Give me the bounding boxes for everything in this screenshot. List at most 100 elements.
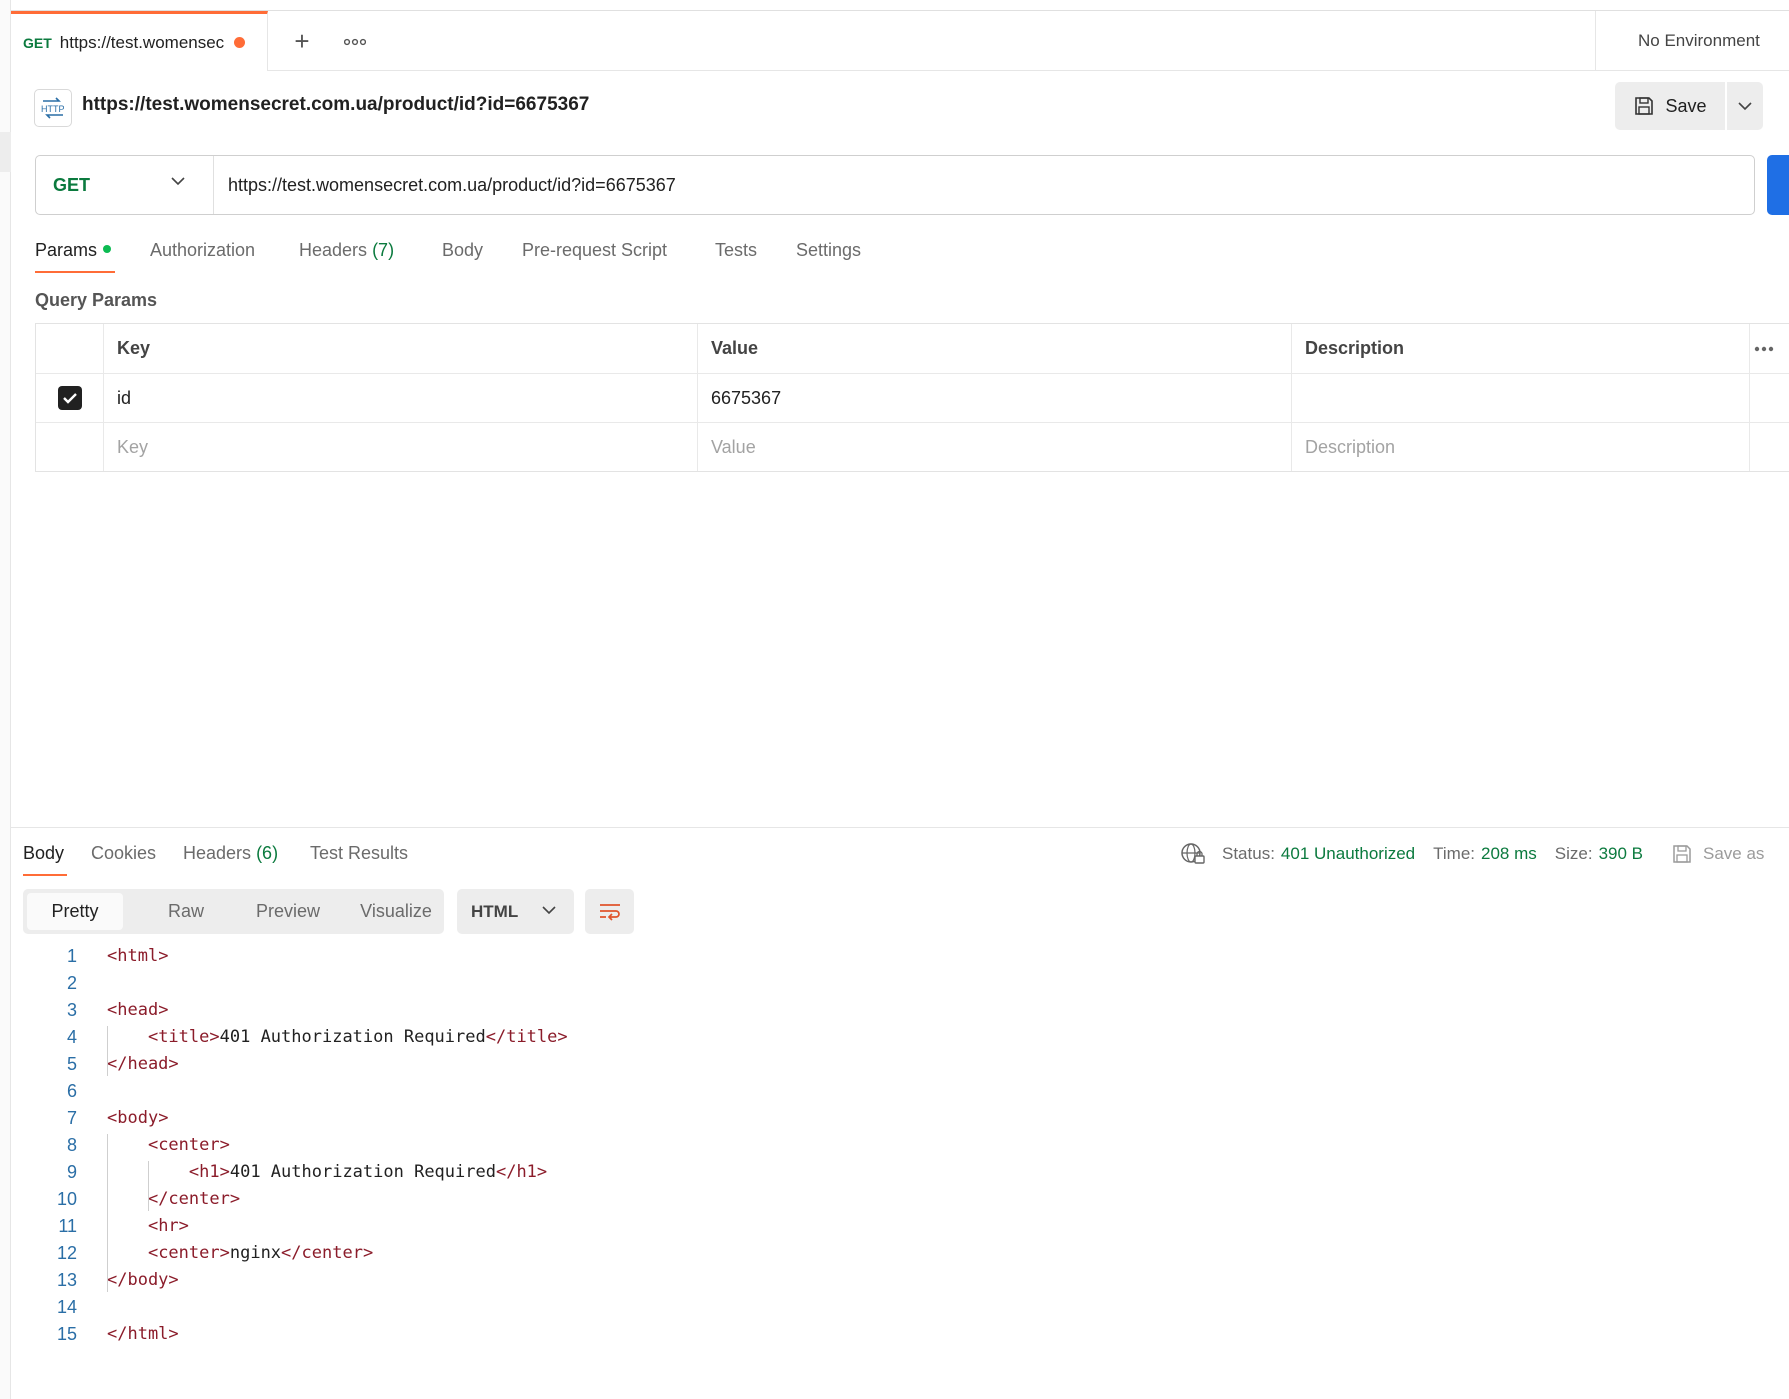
save-button-label: Save [1665,95,1707,116]
tab-params[interactable]: Params [35,240,112,261]
indent-guide [107,1026,108,1076]
line-content: <head> [107,1000,169,1020]
view-preview-button[interactable]: Preview [233,893,343,930]
params-active-dot [103,245,112,254]
tab-pre-request-script[interactable]: Pre-request Script [522,240,667,261]
response-tab-cookies[interactable]: Cookies [91,843,156,864]
line-content: <title>401 Authorization Required</title… [147,1027,568,1047]
more-horizontal-icon [1754,346,1774,351]
line-number: 15 [56,1324,77,1344]
tab-headers-label: Headers [299,240,368,260]
line-number: 11 [58,1216,77,1236]
wrap-lines-button[interactable] [585,889,634,934]
save-as-label: Save as [1703,844,1765,863]
response-tab-headers-count: (6) [256,843,279,863]
tab-params-label: Params [35,240,98,260]
line-content: </body> [107,1270,179,1290]
line-content: <h1>401 Authorization Required</h1> [188,1162,548,1182]
line-number: 5 [66,1054,77,1074]
line-number: 13 [56,1270,77,1290]
tab-tests[interactable]: Tests [715,240,757,261]
tab-headers[interactable]: Headers (7) [299,240,394,261]
status-value[interactable]: 401 Unauthorized [1281,844,1415,864]
status-label: Status: [1222,844,1275,863]
response-format-value: HTML [471,901,519,921]
line-number: 2 [66,973,77,993]
request-tab-active[interactable]: GET https://test.womensec [11,11,268,71]
line-content: <body> [107,1108,169,1128]
time-label: Time: [1433,844,1476,863]
tab-authorization[interactable]: Authorization [150,240,255,261]
param-enabled-checkbox[interactable] [57,386,82,410]
line-number: 14 [56,1297,77,1317]
tab-body[interactable]: Body [442,240,483,261]
environment-selector[interactable]: No Environment [1595,11,1789,71]
line-number: 12 [56,1243,77,1263]
method-selector-value: GET [53,174,91,195]
response-meta: Status: 401 Unauthorized Time: 208 ms Size… [1180,840,1764,868]
param-description-cell[interactable] [1292,374,1750,422]
url-bar: GET https://test.womensecret.com.ua/prod… [35,155,1755,215]
save-button[interactable]: Save [1615,82,1725,130]
response-tab-test-results[interactable]: Test Results [310,843,408,864]
line-content: </center> [147,1189,241,1209]
view-raw-button[interactable]: Raw [141,893,231,930]
line-number: 10 [56,1189,77,1209]
bulk-edit-options-button[interactable] [1750,324,1789,373]
new-param-description-input[interactable]: Description [1292,423,1750,471]
response-view-mode: Pretty Raw Preview Visualize [23,889,444,934]
line-number: 7 [66,1108,77,1128]
wrap-text-icon [599,903,620,921]
request-title[interactable]: https://test.womensecret.com.ua/product/… [82,94,589,116]
send-button[interactable] [1767,155,1789,215]
response-tab-body[interactable]: Body [23,843,64,864]
response-tab-headers[interactable]: Headers (6) [183,843,278,864]
query-params-table: Key Value Description id 6675367 Key Val… [35,323,1789,472]
line-number: 1 [66,946,77,966]
new-param-key-input[interactable]: Key [104,423,698,471]
view-pretty-button[interactable]: Pretty [27,893,123,930]
url-input[interactable]: https://test.womensecret.com.ua/product/… [228,156,676,214]
column-header-description: Description [1292,324,1750,373]
line-content: <html> [107,946,169,966]
tab-settings[interactable]: Settings [796,240,861,261]
size-value[interactable]: 390 B [1599,844,1643,864]
line-number: 8 [66,1135,77,1155]
line-content: <center>nginx</center> [147,1243,374,1263]
globe-lock-icon [1181,843,1205,864]
svg-text:HTTP: HTTP [41,104,65,114]
line-content: <hr> [147,1216,189,1236]
param-key-cell[interactable]: id [104,374,698,422]
table-row: id 6675367 [36,374,1789,423]
view-visualize-button[interactable]: Visualize [353,893,439,930]
line-number: 9 [66,1162,77,1182]
more-horizontal-icon [343,38,367,46]
tab-headers-count: (7) [372,240,395,260]
tab-options-button[interactable] [337,27,373,57]
chevron-down-icon [1738,101,1752,110]
save-options-dropdown[interactable] [1727,82,1763,130]
method-selector[interactable]: GET [36,156,214,214]
save-icon [1673,845,1691,863]
tab-method-badge: GET [23,34,52,51]
http-request-icon: HTTP [34,89,72,127]
network-info-button[interactable] [1180,842,1206,866]
new-param-value-input[interactable]: Value [698,423,1292,471]
response-tab-headers-label: Headers [183,843,252,863]
indent-guide [107,1134,108,1292]
save-response-button[interactable]: Save as [1671,843,1764,865]
table-row-new: Key Value Description [36,423,1789,471]
response-format-selector[interactable]: HTML [457,889,574,934]
response-pane-divider[interactable] [11,827,1789,828]
new-tab-button[interactable]: + [287,27,317,57]
param-value-cell[interactable]: 6675367 [698,374,1292,422]
line-number: 4 [66,1027,77,1047]
indent-guide [147,1161,149,1211]
active-tab-indicator [35,271,115,273]
checkmark-icon [62,393,77,404]
line-number: 3 [66,1000,77,1020]
active-response-tab-indicator [23,874,67,876]
chevron-down-icon [171,177,185,186]
time-value[interactable]: 208 ms [1481,844,1537,864]
save-icon [1635,97,1654,115]
